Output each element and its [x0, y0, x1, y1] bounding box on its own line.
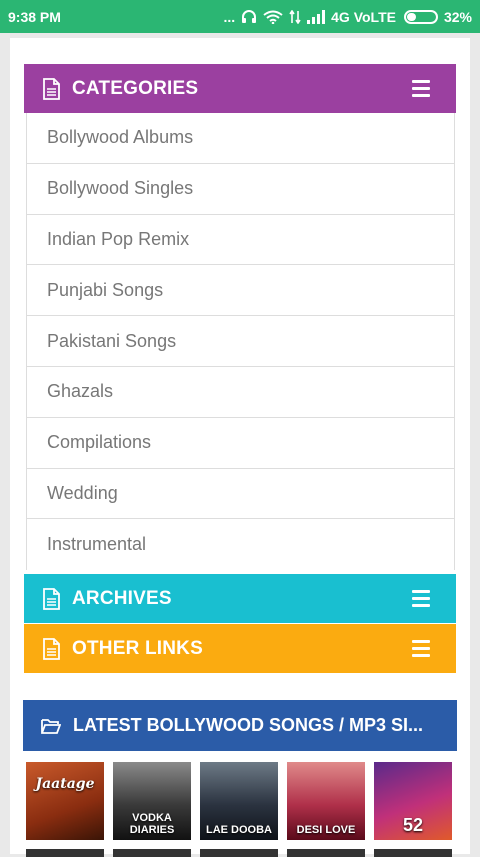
hamburger-menu-icon[interactable] [412, 590, 430, 607]
album-thumbnail-partial[interactable] [200, 849, 278, 857]
archives-title: ARCHIVES [72, 587, 172, 609]
document-icon [43, 77, 60, 100]
category-item[interactable]: Bollywood Albums [27, 113, 454, 164]
album-thumbnail[interactable]: DESI LOVE [287, 762, 365, 840]
battery-icon [403, 9, 438, 24]
archives-header[interactable]: ARCHIVES [24, 574, 456, 623]
category-item[interactable]: Bollywood Singles [27, 164, 454, 215]
hamburger-menu-icon[interactable] [412, 80, 430, 97]
hamburger-menu-icon[interactable] [412, 640, 430, 657]
data-transfer-icon [289, 9, 301, 24]
status-network: 4G VoLTE [331, 8, 396, 25]
categories-title: CATEGORIES [72, 77, 199, 99]
latest-songs-title: LATEST BOLLYWOOD SONGS / MP3 SI... [73, 715, 424, 735]
status-time: 9:38 PM [8, 8, 61, 25]
other-links-title: OTHER LINKS [72, 637, 203, 659]
category-item[interactable]: Punjabi Songs [27, 265, 454, 317]
album-caption: VODKA DIARIES [129, 812, 175, 836]
album-caption: 52 [402, 815, 424, 835]
document-icon [43, 587, 60, 610]
other-links-header[interactable]: OTHER LINKS [24, 624, 456, 673]
album-caption: Jaatage [35, 776, 95, 792]
signal-icon [307, 9, 326, 24]
album-thumbnail-partial[interactable] [374, 849, 452, 857]
album-thumbnail-partial[interactable] [113, 849, 191, 857]
category-item[interactable]: Indian Pop Remix [27, 215, 454, 266]
album-thumbnail[interactable]: LAE DOOBA [200, 762, 278, 840]
album-thumbnail[interactable]: Jaatage [26, 762, 104, 840]
album-thumbnail-partial[interactable] [26, 849, 104, 857]
album-thumbnail[interactable]: 52 [374, 762, 452, 840]
album-thumbnail-partial[interactable] [287, 849, 365, 857]
album-caption: DESI LOVE [296, 824, 356, 836]
wifi-icon [263, 10, 283, 24]
album-thumbnails: Jaatage VODKA DIARIES LAE DOOBA DESI LOV… [26, 762, 456, 840]
folder-open-icon [41, 718, 61, 734]
headphones-icon [241, 9, 257, 24]
category-item[interactable]: Wedding [27, 469, 454, 520]
category-item[interactable]: Compilations [27, 418, 454, 469]
categories-list: Bollywood Albums Bollywood Singles India… [26, 113, 455, 571]
album-caption: LAE DOOBA [206, 824, 272, 836]
latest-songs-header[interactable]: LATEST BOLLYWOOD SONGS / MP3 SI... [23, 700, 457, 751]
category-item[interactable]: Instrumental [27, 519, 454, 570]
status-battery: 32% [443, 8, 472, 25]
category-item[interactable]: Ghazals [27, 367, 454, 418]
album-thumbnail[interactable]: VODKA DIARIES [113, 762, 191, 840]
category-item[interactable]: Pakistani Songs [27, 316, 454, 367]
document-icon [43, 637, 60, 660]
categories-header[interactable]: CATEGORIES [24, 64, 456, 113]
status-dots: ... [223, 8, 236, 25]
status-bar: 9:38 PM ... 4G VoLTE 32% [0, 0, 480, 33]
album-thumbnails-row-2 [26, 849, 456, 857]
